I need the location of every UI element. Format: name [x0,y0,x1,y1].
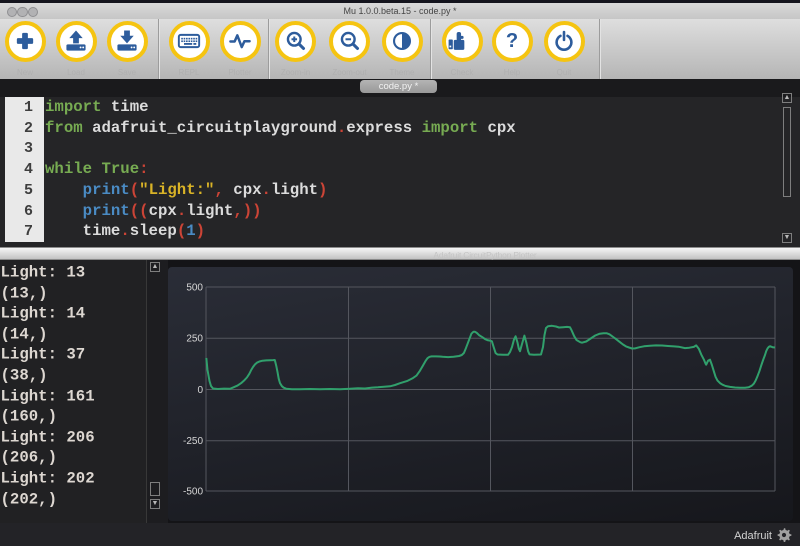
svg-text:-250: -250 [183,436,203,447]
svg-text:-500: -500 [183,487,203,498]
svg-text:250: 250 [186,334,203,345]
svg-text:0: 0 [197,385,203,396]
svg-text:?: ? [506,30,518,52]
svg-text:500: 500 [186,283,203,294]
